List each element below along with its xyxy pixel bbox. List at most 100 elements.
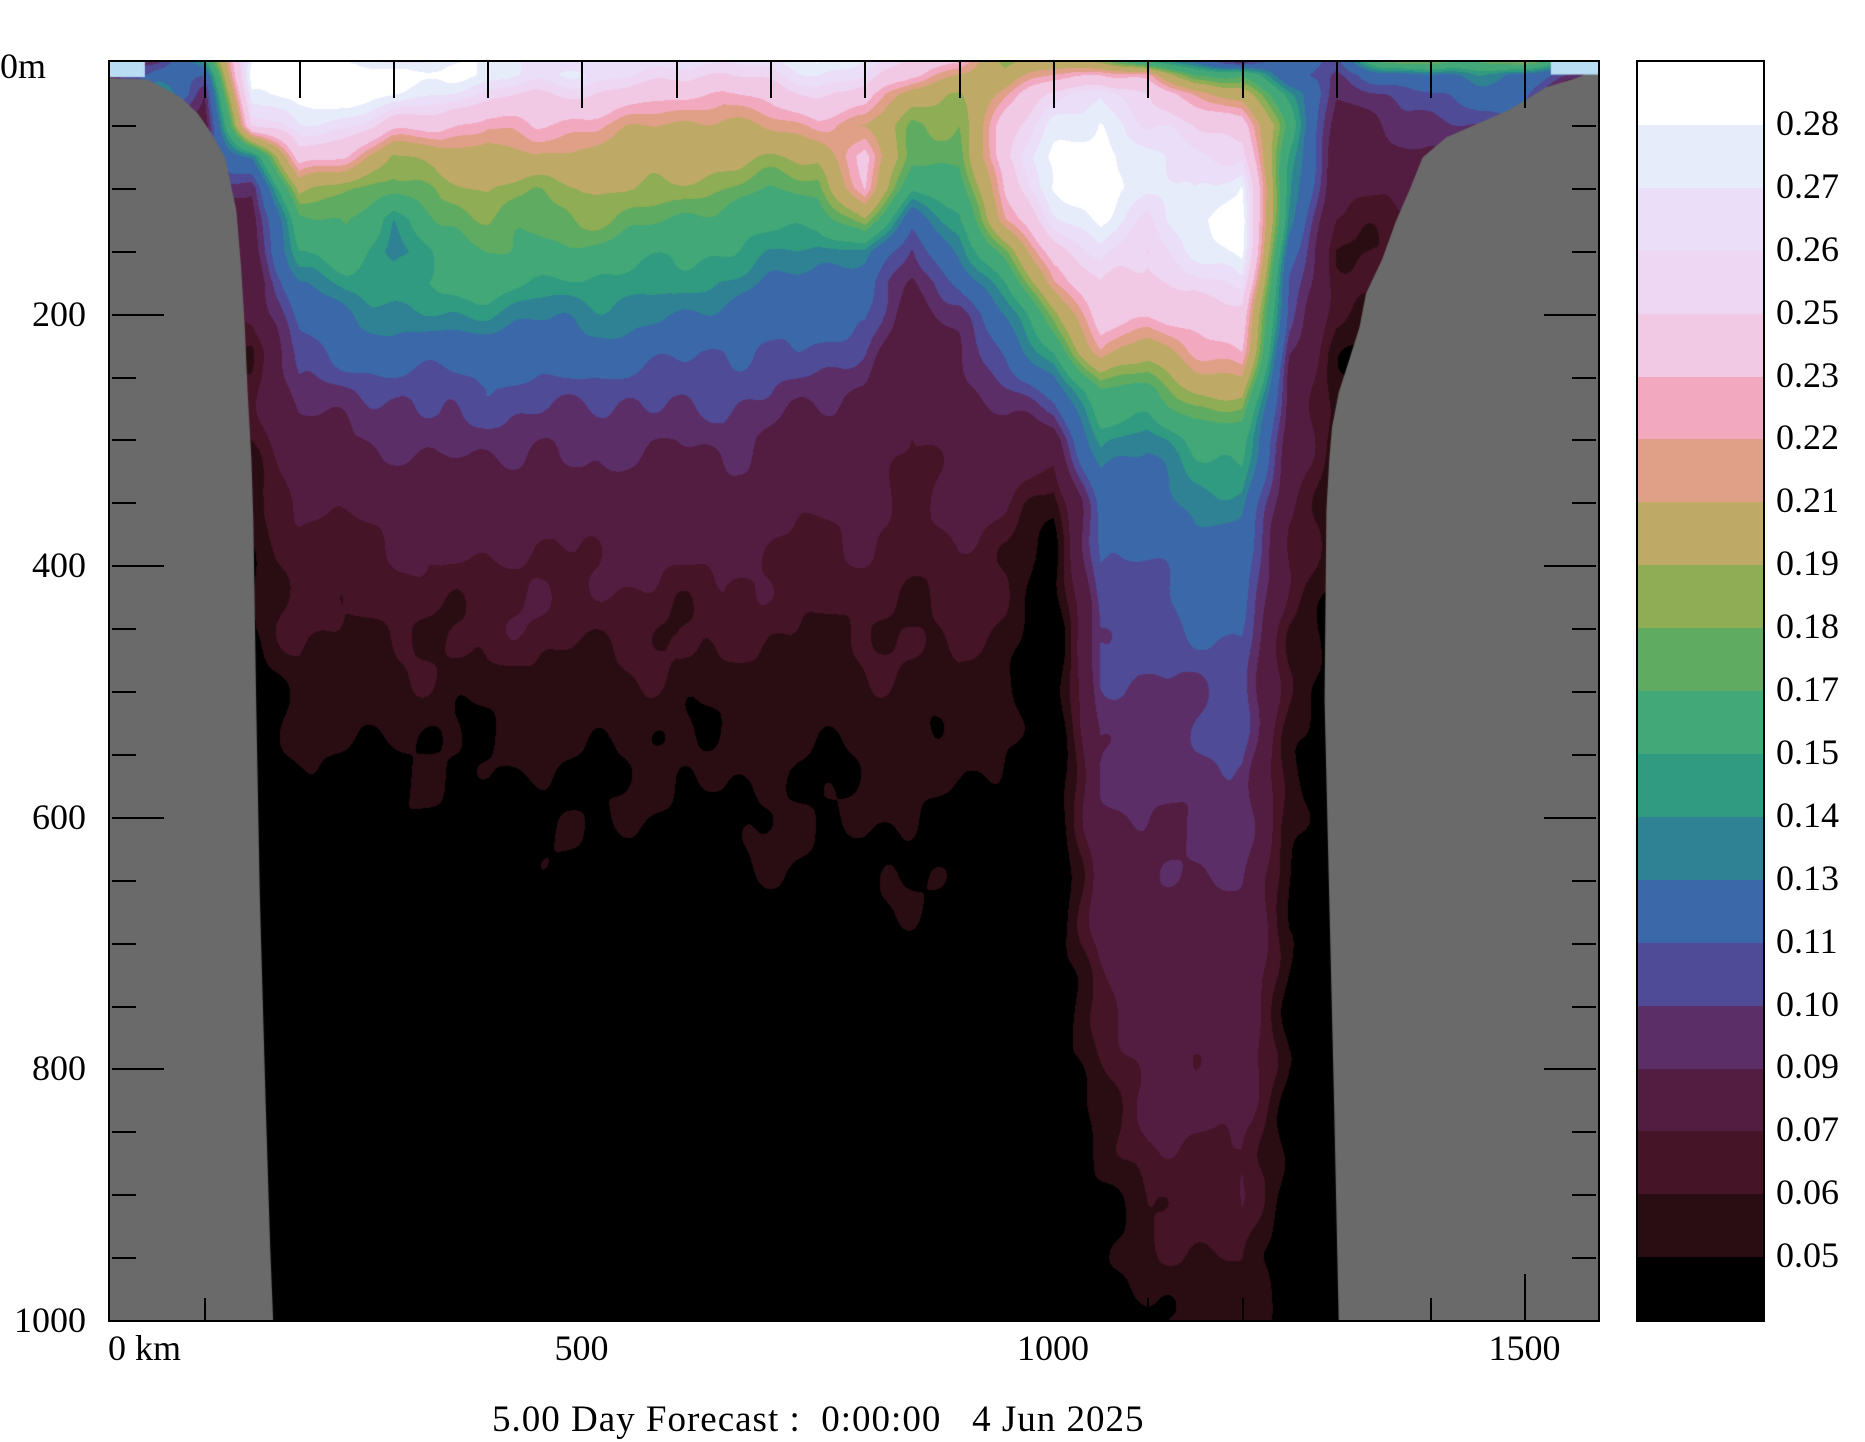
colorbar-label-0.28: 0.28 — [1776, 102, 1839, 143]
x-axis-bottom-tick — [958, 1298, 961, 1320]
x-axis-top-tick — [204, 62, 207, 98]
x-axis-bottom-tick — [1241, 1298, 1244, 1320]
colorbar-label-0.21: 0.21 — [1776, 480, 1839, 521]
depth-axis-left-tick — [112, 376, 136, 379]
depth-axis-left-tick — [112, 250, 136, 253]
colorbar-label-0.25: 0.25 — [1776, 291, 1839, 332]
colorbar-band — [1638, 879, 1763, 943]
x-axis-bottom-tick — [770, 1298, 773, 1320]
x-axis-bottom-tick — [675, 1298, 678, 1320]
colorbar-band — [1638, 313, 1763, 377]
x-axis-top-tick — [864, 62, 867, 98]
depth-axis-left-tick — [112, 1068, 164, 1071]
x-axis-top-tick — [958, 62, 961, 98]
depth-axis-left-tick — [112, 313, 164, 316]
colorbar-band — [1638, 1068, 1763, 1132]
x-axis-bottom-tick — [1430, 1298, 1433, 1320]
depth-axis-left-tick — [112, 1257, 136, 1260]
depth-axis-right-tick — [1572, 879, 1596, 882]
depth-axis-surface-label: 0m — [0, 46, 47, 86]
depth-tick-label-200: 200 — [32, 293, 86, 334]
depth-axis-right-tick — [1544, 816, 1596, 819]
depth-axis-left-tick — [112, 1194, 136, 1197]
x-tick-label-0: 0 km — [108, 1328, 182, 1368]
colorbar-label-0.27: 0.27 — [1776, 165, 1839, 206]
colorbar-label-0.18: 0.18 — [1776, 606, 1839, 647]
colorbar-band — [1638, 691, 1763, 754]
x-axis-bottom-tick — [487, 1298, 490, 1320]
depth-axis-left-tick — [112, 187, 136, 190]
transect-forecast-figure: 26.50 N 97.80 W 26.50 N 82.00 W 0m 20040… — [0, 0, 1865, 1442]
colorbar-band — [1638, 816, 1763, 880]
depth-axis-left-tick — [112, 879, 136, 882]
colorbar-label-0.11: 0.11 — [1776, 920, 1838, 961]
x-axis-top-tick — [487, 62, 490, 98]
colorbar-band — [1638, 1131, 1763, 1195]
depth-axis-left-tick — [112, 628, 136, 631]
depth-tick-label-800: 800 — [32, 1048, 86, 1089]
depth-axis-right-tick — [1572, 250, 1596, 253]
colorbar-band — [1638, 124, 1763, 188]
depth-tick-label-1000: 1000 — [14, 1300, 86, 1340]
x-axis-bottom-tick — [581, 1274, 584, 1320]
x-axis-top-tick — [1147, 62, 1150, 98]
depth-axis-right-tick — [1572, 1257, 1596, 1260]
x-axis-top-tick — [770, 62, 773, 98]
colorbar-band — [1638, 376, 1763, 440]
depth-axis-left-tick — [112, 753, 136, 756]
colorbar-band — [1638, 565, 1763, 629]
x-tick-label-1000: 1000 — [1016, 1328, 1089, 1368]
x-axis-top-tick — [675, 62, 678, 98]
depth-axis-left-tick — [112, 942, 136, 945]
colorbar-band — [1638, 1257, 1763, 1321]
depth-axis-left-tick — [112, 439, 136, 442]
depth-axis-left-tick — [112, 124, 136, 127]
colorbar-band — [1638, 1005, 1763, 1069]
colorbar-label-0.07: 0.07 — [1776, 1109, 1839, 1150]
contour-plot-canvas — [110, 62, 1598, 1320]
colorbar-label-0.10: 0.10 — [1776, 983, 1839, 1024]
depth-axis-left-tick — [112, 691, 136, 693]
depth-tick-label-400: 400 — [32, 545, 86, 586]
colorbar-label-0.13: 0.13 — [1776, 857, 1839, 898]
depth-axis-right-tick — [1572, 942, 1596, 945]
depth-axis-left-tick — [112, 565, 164, 568]
depth-axis-right-tick — [1572, 187, 1596, 190]
depth-axis-left-tick — [112, 502, 136, 505]
depth-axis-right-tick — [1544, 565, 1596, 568]
colorbar-label-0.14: 0.14 — [1776, 794, 1839, 835]
colorbar-label-0.23: 0.23 — [1776, 354, 1839, 395]
x-axis-top-tick — [1335, 62, 1338, 98]
x-axis-top-tick — [581, 62, 584, 108]
colorbar-band — [1638, 62, 1763, 125]
colorbar-label-0.26: 0.26 — [1776, 228, 1839, 269]
x-axis-top-tick — [1052, 62, 1055, 108]
depth-axis-right-tick — [1544, 313, 1596, 316]
depth-tick-label-600: 600 — [32, 796, 86, 837]
colorbar-band — [1638, 942, 1763, 1006]
x-tick-label-1500: 1500 — [1488, 1328, 1561, 1368]
depth-axis-left-tick — [112, 1131, 136, 1134]
depth-axis-right-tick — [1572, 439, 1596, 442]
depth-axis-right-tick — [1572, 753, 1596, 756]
depth-axis-right-tick — [1572, 1194, 1596, 1197]
x-axis-top-tick — [1241, 62, 1244, 98]
depth-axis-right-tick — [1572, 502, 1596, 505]
colorbar-label-0.05: 0.05 — [1776, 1235, 1839, 1276]
x-axis-top-tick — [298, 62, 301, 98]
depth-axis-left-tick — [112, 1005, 136, 1008]
x-axis-bottom-tick — [298, 1298, 301, 1320]
depth-axis-right-tick — [1544, 1068, 1596, 1071]
depth-axis-left-tick — [112, 816, 164, 819]
colorbar-label-0.09: 0.09 — [1776, 1046, 1839, 1087]
x-axis-bottom-tick — [1524, 1274, 1527, 1320]
forecast-caption: 5.00 Day Forecast : 0:00:00 4 Jun 2025 — [492, 1399, 1145, 1440]
colorbar-label-0.06: 0.06 — [1776, 1172, 1839, 1213]
colorbar-band — [1638, 439, 1763, 503]
x-axis-bottom-tick — [204, 1298, 207, 1320]
x-axis-bottom-tick — [1147, 1298, 1150, 1320]
x-axis-bottom-tick — [864, 1298, 867, 1320]
colorbar-label-0.19: 0.19 — [1776, 543, 1839, 584]
colorbar-label-0.22: 0.22 — [1776, 417, 1839, 458]
x-axis-bottom-tick — [392, 1298, 395, 1320]
